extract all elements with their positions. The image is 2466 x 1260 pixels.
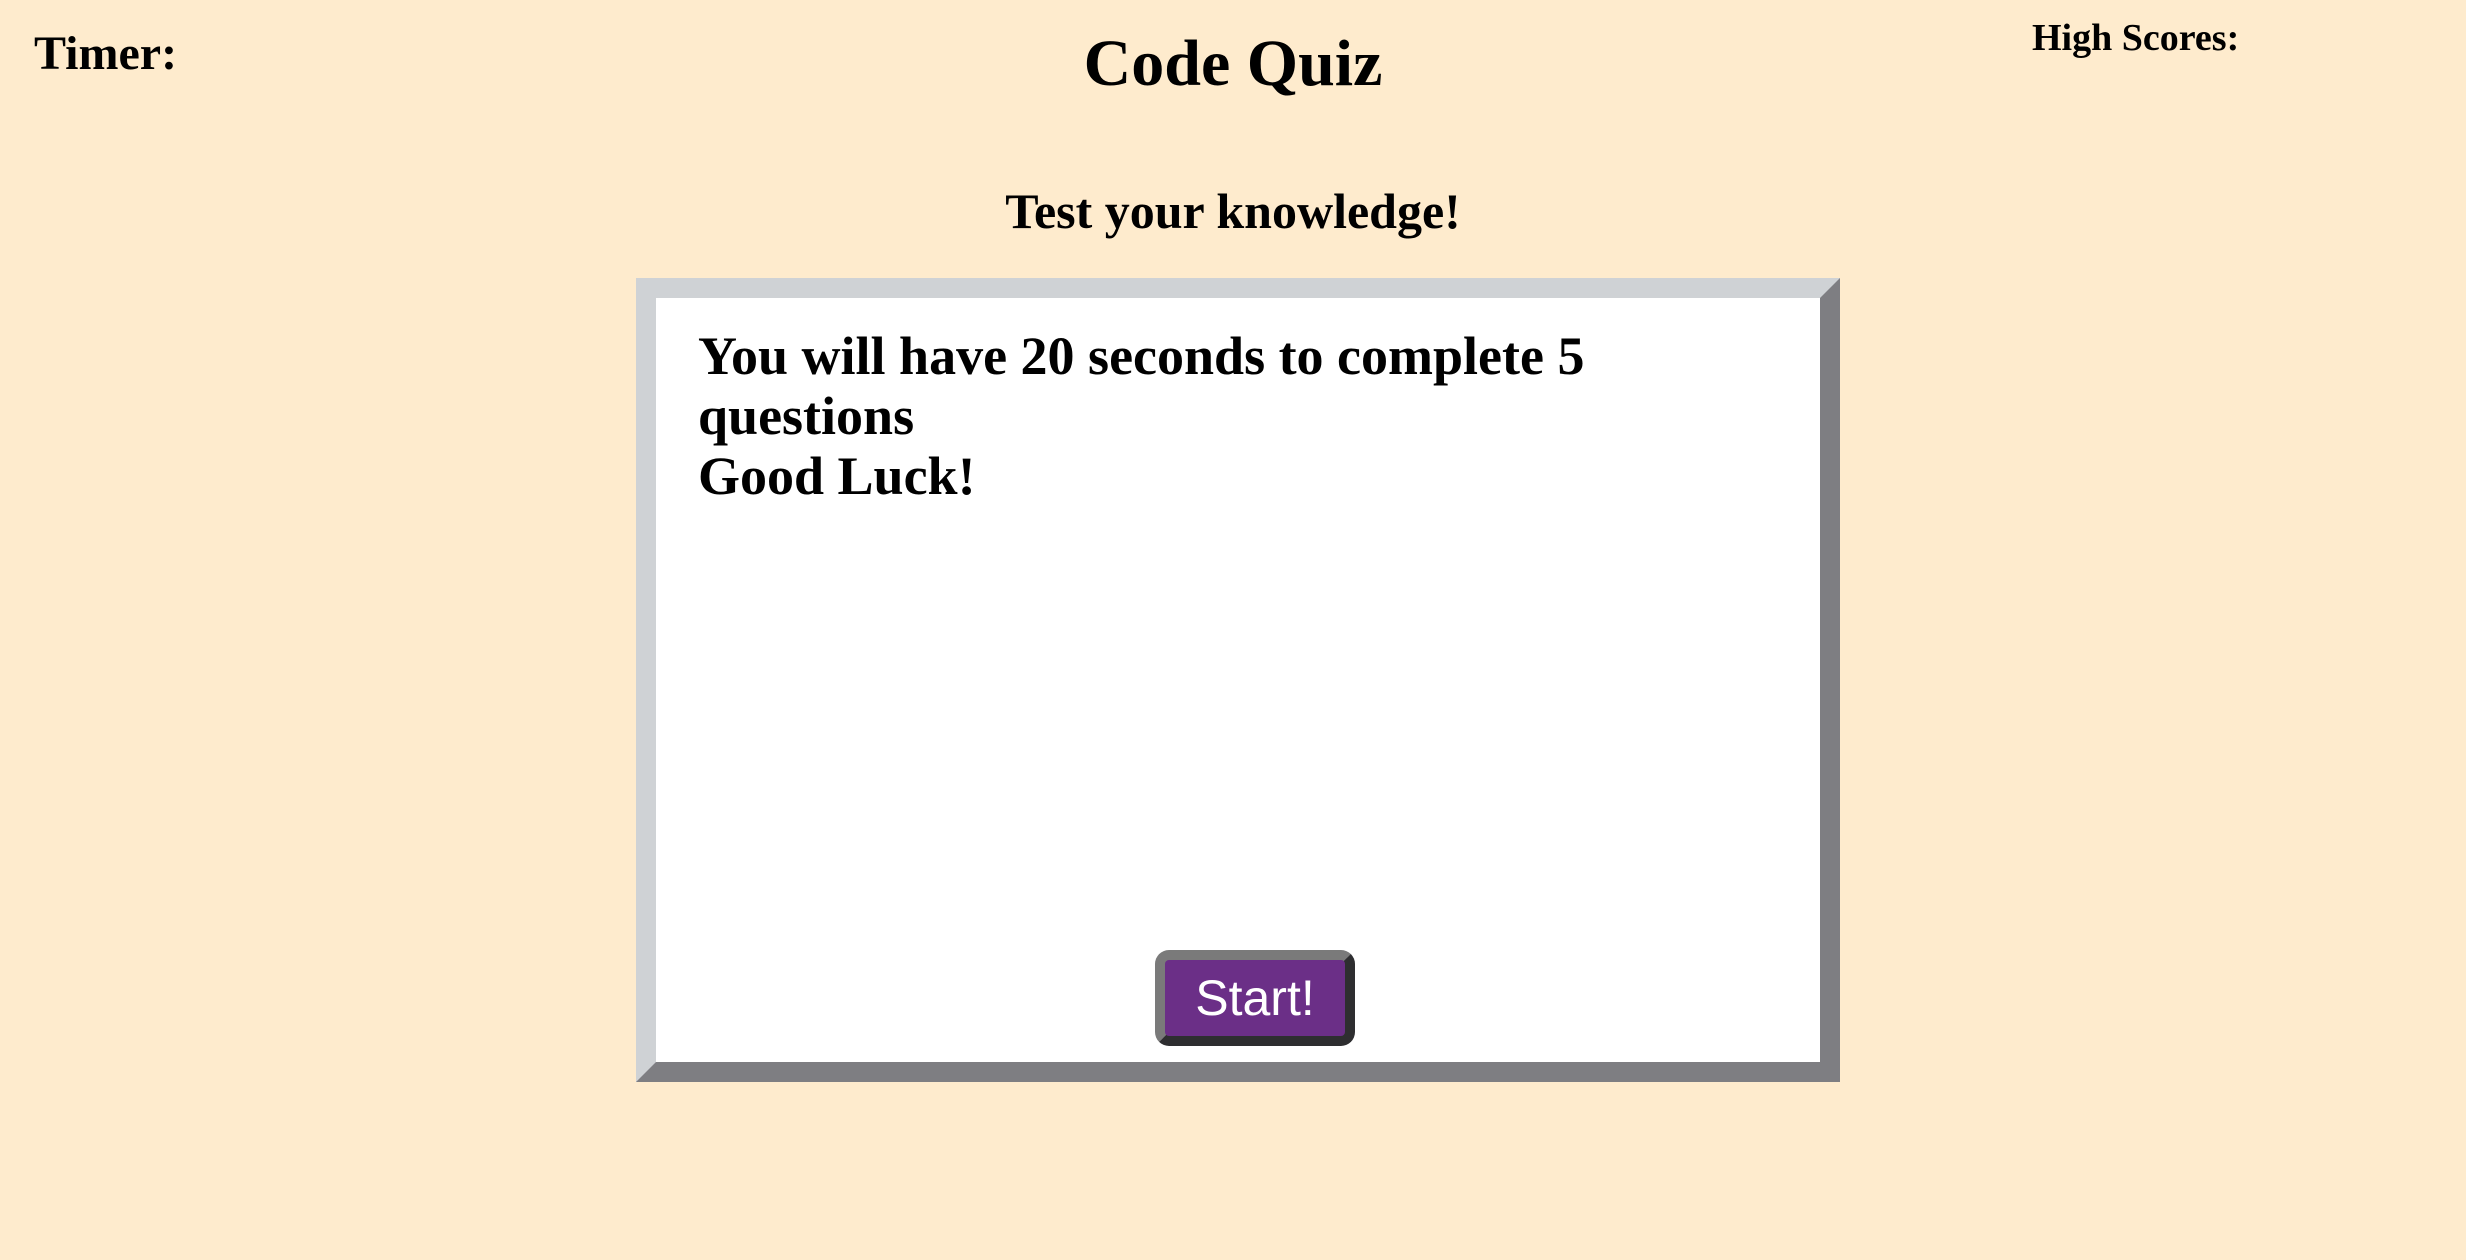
start-button[interactable]: Start! xyxy=(1155,950,1355,1046)
intro-good-luck: Good Luck! xyxy=(698,446,976,506)
intro-instructions: You will have 20 seconds to complete 5 q… xyxy=(698,326,1585,446)
quiz-panel: You will have 20 seconds to complete 5 q… xyxy=(636,278,1840,1082)
high-scores-link[interactable]: High Scores: xyxy=(2032,16,2239,60)
quiz-intro: You will have 20 seconds to complete 5 q… xyxy=(698,326,1800,506)
page-subtitle: Test your knowledge! xyxy=(1005,183,1461,239)
